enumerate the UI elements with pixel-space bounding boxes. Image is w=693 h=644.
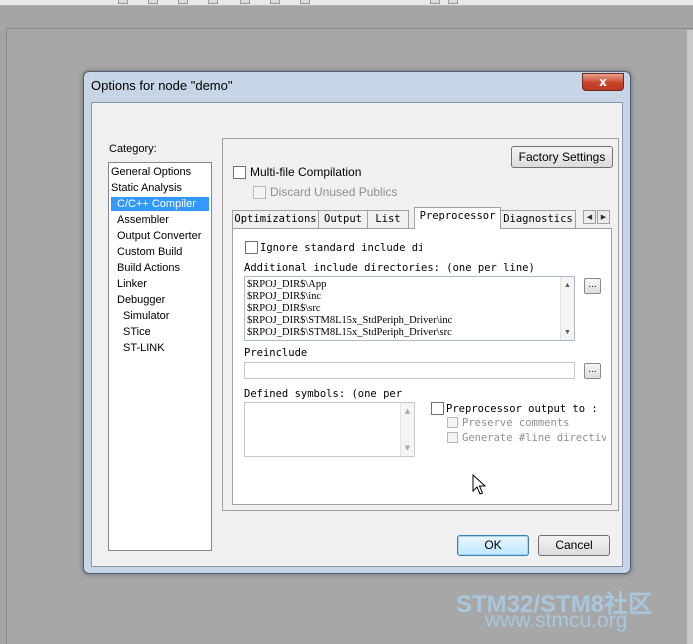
compiler-options-panel: Factory Settings Multi-file Compilation … <box>222 138 619 511</box>
include-dirs-textarea[interactable]: $RPOJ_DIR$\App $RPOJ_DIR$\inc $RPOJ_DIR$… <box>244 276 575 341</box>
close-button[interactable]: x <box>582 73 624 91</box>
include-dir-line: $RPOJ_DIR$\App <box>247 279 327 290</box>
pp-output-label: Preprocessor output to : <box>446 403 598 415</box>
include-dirs-label: Additional include directories: (one per… <box>244 262 535 274</box>
preinclude-label: Preinclude <box>244 347 308 359</box>
discard-unused-checkbox[interactable] <box>253 186 266 199</box>
defined-symbols-scrollbar[interactable]: ▲ ▼ <box>400 403 414 456</box>
include-dir-line: $RPOJ_DIR$\STM8L15x_StdPeriph_Driver\src <box>247 327 452 338</box>
tab-preprocessor[interactable]: Preprocessor <box>414 207 501 229</box>
watermark-url: www.stmcu.org <box>485 609 628 632</box>
toolbar-icon[interactable] <box>208 0 218 4</box>
category-item-build-actions[interactable]: Build Actions <box>117 261 180 275</box>
tab-diagnostics[interactable]: Diagnostics <box>500 210 576 228</box>
ignore-std-include-checkbox[interactable] <box>245 241 258 254</box>
tab-optimizations[interactable]: Optimizations <box>232 210 319 228</box>
toolbar-icon[interactable] <box>430 0 440 4</box>
toolbar-icon[interactable] <box>148 0 158 4</box>
include-dir-line: $RPOJ_DIR$\src <box>247 303 321 314</box>
discard-unused-label: Discard Unused Publics <box>270 185 398 199</box>
ide-scrollbar[interactable] <box>687 30 693 644</box>
tab-scroll-left-icon[interactable]: ◀ <box>583 210 596 224</box>
options-dialog: Options for node "demo" x Category: Gene… <box>83 71 631 574</box>
scroll-up-icon[interactable]: ▲ <box>561 279 574 291</box>
category-item-custom-build[interactable]: Custom Build <box>117 245 182 259</box>
generate-line-checkbox[interactable] <box>447 432 458 443</box>
ide-toolbar <box>0 0 693 6</box>
category-item-st-link[interactable]: ST-LINK <box>123 341 165 355</box>
ignore-std-include-label: Ignore standard include direc <box>260 242 422 254</box>
dialog-client-area: Category: General Options Static Analysi… <box>91 102 623 567</box>
pp-output-checkbox[interactable] <box>431 402 444 415</box>
preprocessor-tab-content: Ignore standard include direc Additional… <box>232 228 612 505</box>
toolbar-icon[interactable] <box>240 0 250 4</box>
tab-scroll-right-icon[interactable]: ▶ <box>597 210 610 224</box>
category-list[interactable]: General Options Static Analysis C/C++ Co… <box>108 162 212 551</box>
category-item-output-converter[interactable]: Output Converter <box>117 229 201 243</box>
preinclude-browse-button[interactable]: ... <box>584 363 601 379</box>
category-item-debugger[interactable]: Debugger <box>117 293 165 307</box>
mouse-cursor-icon <box>472 474 486 495</box>
scroll-down-icon[interactable]: ▼ <box>561 326 574 338</box>
close-icon: x <box>599 75 607 89</box>
category-item-general-options[interactable]: General Options <box>111 165 191 179</box>
dialog-title: Options for node "demo" <box>91 78 233 93</box>
category-item-assembler[interactable]: Assembler <box>117 213 169 227</box>
toolbar-icon[interactable] <box>448 0 458 4</box>
multi-file-label: Multi-file Compilation <box>250 165 362 179</box>
category-item-c-compiler[interactable]: C/C++ Compiler <box>111 197 209 211</box>
factory-settings-button[interactable]: Factory Settings <box>511 146 613 168</box>
preinclude-input[interactable] <box>244 362 575 379</box>
category-item-static-analysis[interactable]: Static Analysis <box>111 181 182 195</box>
scroll-up-icon[interactable]: ▲ <box>401 405 414 417</box>
cancel-button[interactable]: Cancel <box>538 535 610 556</box>
preserve-comments-checkbox[interactable] <box>447 417 458 428</box>
ok-button[interactable]: OK <box>457 535 529 556</box>
defined-symbols-textarea[interactable]: ▲ ▼ <box>244 402 415 457</box>
toolbar-icon[interactable] <box>270 0 280 4</box>
tab-list[interactable]: List <box>367 210 409 228</box>
category-item-simulator[interactable]: Simulator <box>123 309 169 323</box>
toolbar-icon[interactable] <box>300 0 310 4</box>
preserve-comments-label: Preserve comments <box>462 417 570 429</box>
defined-symbols-label: Defined symbols: (one per <box>244 388 403 400</box>
options-tab-bar: Optimizations Output List Preprocessor D… <box>232 207 612 229</box>
category-label: Category: <box>109 143 157 155</box>
include-dirs-browse-button[interactable]: ... <box>584 278 601 294</box>
toolbar-icon[interactable] <box>118 0 128 4</box>
category-item-linker[interactable]: Linker <box>117 277 147 291</box>
multi-file-checkbox[interactable] <box>233 166 246 179</box>
toolbar-icon[interactable] <box>178 0 188 4</box>
scroll-down-icon[interactable]: ▼ <box>401 442 414 454</box>
tab-output[interactable]: Output <box>318 210 368 228</box>
include-dirs-scrollbar[interactable]: ▲ ▼ <box>560 277 574 340</box>
include-dir-line: $RPOJ_DIR$\STM8L15x_StdPeriph_Driver\inc <box>247 315 453 326</box>
category-item-stice[interactable]: STice <box>123 325 151 339</box>
generate-line-label: Generate #line directive <box>462 432 606 444</box>
include-dir-line: $RPOJ_DIR$\inc <box>247 291 322 302</box>
